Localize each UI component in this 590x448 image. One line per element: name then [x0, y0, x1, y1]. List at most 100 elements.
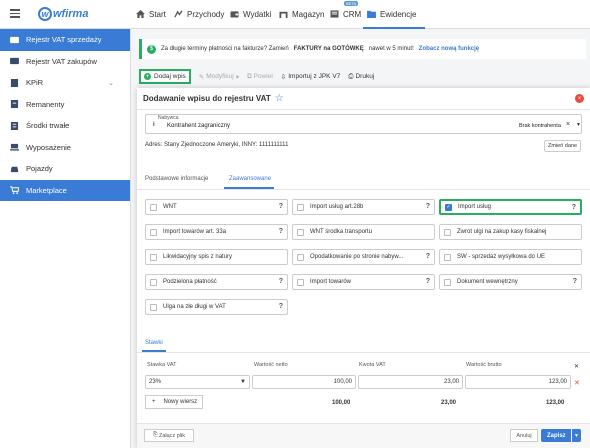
book-icon [10, 78, 19, 87]
vat-amount-input[interactable]: 23,00 [358, 375, 463, 389]
chevron-down-icon[interactable]: ▼ [576, 122, 581, 128]
vat-rate-select[interactable]: 23% ▼ [145, 375, 250, 389]
help-icon[interactable]: ? [573, 278, 577, 285]
option-checkbox[interactable]: Likwidacyjny spis z natury [145, 249, 288, 265]
nav-ewidencje-label: Ewidencje [380, 9, 417, 19]
wfirma-logo[interactable]: w wfirma [38, 5, 88, 23]
option-checkbox[interactable]: Opodatkowanie po stronie nabyw...? [292, 249, 435, 265]
buyer-type: Brak kontrahenta [519, 123, 561, 129]
help-icon[interactable]: ? [426, 253, 430, 260]
nav-crm[interactable]: CRM [330, 6, 361, 22]
option-label: Podzielona płatność [163, 279, 217, 285]
checkbox-icon[interactable] [444, 228, 451, 236]
net-value-input[interactable]: 100,00 [252, 375, 356, 389]
sidebar-item-rejestr-vat-zakupow[interactable]: Rejestr VAT zakupów [0, 51, 130, 73]
nav-przychody[interactable]: Przychody [174, 6, 224, 22]
checkbox-icon[interactable] [297, 253, 304, 261]
buyer-select[interactable]: Nabywca i Kontrahent zagraniczny Brak ko… [145, 114, 582, 134]
total-gross: 123,00 [546, 400, 565, 406]
vat-rate-value: 23% [149, 379, 162, 385]
save-button[interactable]: Zapisz ▼ [541, 429, 581, 442]
help-icon[interactable]: ? [426, 278, 430, 285]
option-checkbox[interactable]: Import towarów art. 33a? [145, 224, 288, 240]
logo-letter: w [38, 7, 52, 21]
checkbox-checked-icon[interactable]: ✓ [445, 203, 452, 211]
option-checkbox[interactable]: ✓ Import usług? [439, 199, 582, 215]
info-link[interactable]: Zobacz nową funkcję [419, 46, 479, 52]
tab-basic-info[interactable]: Podstawowe informacje [145, 176, 208, 182]
nav-wydatki[interactable]: Wydatki [230, 6, 271, 22]
tab-advanced[interactable]: Zaawansowane [229, 176, 271, 182]
clear-icon[interactable]: × [566, 121, 570, 128]
option-label: Opodatkowanie po stronie nabyw... [310, 254, 404, 260]
sidebar-item-rejestr-vat-sprzedazy[interactable]: Rejestr VAT sprzedaży [0, 29, 130, 51]
delete-row-icon[interactable]: ✕ [574, 379, 580, 387]
option-checkbox[interactable]: Dokument wewnętrzny? [439, 274, 582, 290]
sidebar: Rejestr VAT sprzedaży Rejestr VAT zakupó… [0, 29, 131, 448]
sidebar-item-kpir[interactable]: KPiR ⌄ [0, 72, 130, 94]
option-label: SW - sprzedaż wysyłkowa do UE [457, 254, 546, 260]
option-label: WNT [163, 204, 177, 210]
option-checkbox[interactable]: Import usług art.28b? [292, 199, 435, 215]
gross-value-input[interactable]: 123,00 [465, 375, 571, 389]
help-icon[interactable]: ? [572, 204, 576, 211]
help-icon[interactable]: ? [279, 203, 283, 210]
option-checkbox[interactable]: Ulga na złe długi w VAT? [145, 299, 288, 315]
info-text-2: nawet w 5 minut! [368, 46, 414, 52]
option-checkbox[interactable]: Import towarów? [292, 274, 435, 290]
option-checkbox[interactable]: Zwrot ulgi na zakup kasy fiskalnej [439, 224, 582, 240]
nav-magazyn-label: Magazyn [292, 9, 325, 19]
nav-ewidencje[interactable]: Ewidencje [367, 6, 416, 22]
checkbox-icon[interactable] [150, 203, 157, 211]
option-checkbox[interactable]: WNT środka transportu [292, 224, 435, 240]
sidebar-item-wyposazenie[interactable]: Wyposażenie [0, 137, 130, 159]
buyer-label: Nabywca [158, 115, 179, 121]
checkbox-icon[interactable] [150, 253, 157, 261]
checkbox-icon[interactable] [150, 303, 157, 311]
checkbox-icon[interactable] [297, 278, 304, 286]
chevron-down-icon[interactable]: ▼ [571, 429, 581, 442]
print-button[interactable]: ⎙ Drukuj [348, 73, 374, 81]
sidebar-item-marketplace[interactable]: Marketplace [0, 179, 130, 201]
checkbox-icon[interactable] [297, 228, 304, 236]
info-icon[interactable]: i [153, 122, 155, 128]
checkbox-icon[interactable] [444, 253, 451, 261]
option-checkbox[interactable]: WNT? [145, 199, 288, 215]
wallet-icon [230, 11, 239, 18]
sidebar-item-remanenty[interactable]: Remanenty [0, 94, 130, 116]
option-label: Zwrot ulgi na zakup kasy fiskalnej [457, 229, 547, 235]
divider [137, 189, 590, 190]
change-data-button[interactable]: Zmień dane [544, 140, 581, 152]
register-icon [10, 36, 19, 43]
modify-button[interactable]: ✎ Modyfikuj ▾ [199, 73, 239, 81]
cancel-button[interactable]: Anuluj [510, 429, 538, 442]
star-icon[interactable]: ☆ [275, 93, 284, 104]
help-icon[interactable]: ? [426, 203, 430, 210]
import-jpk-button[interactable]: ⇩ Importuj z JPK V7 [281, 73, 340, 81]
checkbox-icon[interactable] [150, 228, 157, 236]
help-icon[interactable]: ? [279, 278, 283, 285]
checkbox-icon[interactable] [297, 203, 304, 211]
nav-crm-label: CRM [343, 9, 362, 19]
option-checkbox[interactable]: Podzielona płatność? [145, 274, 288, 290]
checkbox-icon[interactable] [150, 278, 157, 286]
nav-start[interactable]: Start [136, 6, 166, 22]
info-text-1: Za długie terminy płatności na fakturze?… [161, 46, 289, 52]
repeat-button[interactable]: ⧉ Powiel [247, 73, 273, 81]
hamburger-menu-icon[interactable] [10, 9, 20, 18]
nav-magazyn[interactable]: Magazyn [279, 6, 324, 22]
checkbox-icon[interactable] [444, 278, 451, 286]
help-icon[interactable]: ? [279, 303, 283, 310]
close-icon[interactable]: × [575, 94, 584, 103]
sidebar-item-srodki-trwale[interactable]: Środki trwałe [0, 115, 130, 137]
attach-file-button[interactable]: ⎘ Załącz plik [144, 429, 194, 442]
chevron-down-icon[interactable]: ⌄ [108, 79, 114, 87]
sidebar-item-pojazdy[interactable]: Pojazdy [0, 158, 130, 180]
help-icon[interactable]: ? [279, 228, 283, 235]
new-row-button[interactable]: + Nowy wiersz [145, 395, 203, 409]
option-label: Import towarów [310, 279, 352, 285]
tab-rates[interactable]: Stawki [145, 340, 163, 346]
clipboard-icon [10, 100, 19, 109]
add-entry-button[interactable]: + Dodaj wpis [139, 69, 191, 84]
option-checkbox[interactable]: SW - sprzedaż wysyłkowa do UE [439, 249, 582, 265]
